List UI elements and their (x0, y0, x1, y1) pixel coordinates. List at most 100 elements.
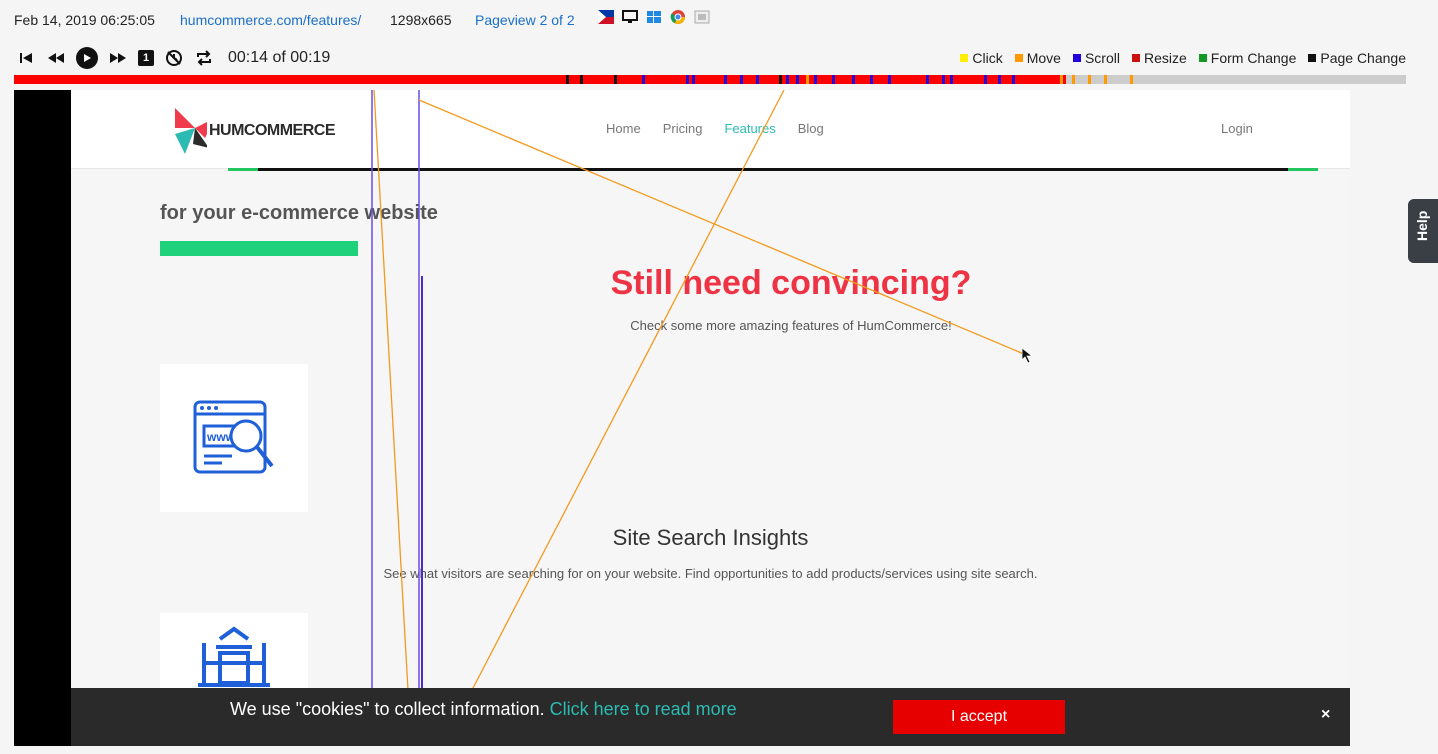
login-link[interactable]: Login (1221, 121, 1253, 136)
event-legend: Click Move Scroll Resize Form Change Page Cha… (960, 50, 1406, 66)
loop-icon[interactable] (194, 48, 214, 68)
legend-swatch (1014, 54, 1023, 62)
timeline-event-marker (1130, 75, 1133, 84)
speed-1x-button[interactable]: 1 (138, 50, 154, 66)
legend-label: Click (972, 50, 1003, 66)
robot-icon (198, 626, 270, 687)
play-icon[interactable] (76, 47, 98, 69)
close-banner-icon[interactable]: × (1321, 706, 1330, 724)
timeline-event-marker (1060, 75, 1063, 84)
feature-card-search: www (160, 364, 308, 512)
playback-timeline[interactable] (14, 75, 1406, 84)
plugin-icon (694, 10, 710, 24)
windows-icon (646, 10, 662, 24)
legend-item-form-change: Form Change (1198, 50, 1297, 66)
legend-label: Scroll (1084, 50, 1120, 66)
timeline-event-marker (614, 75, 617, 84)
scroll-progress-line (228, 168, 1318, 171)
country-flag-icon (598, 10, 614, 24)
session-info-bar: Feb 14, 2019 06:25:05 humcommerce.com/fe… (0, 0, 1438, 40)
timeline-event-marker (1072, 75, 1075, 84)
help-label: Help (1414, 210, 1430, 241)
timeline-event-marker (580, 75, 583, 84)
timeline-event-marker (852, 75, 855, 84)
nav-features[interactable]: Features (724, 121, 775, 136)
legend-item-scroll: Scroll (1072, 50, 1120, 66)
timeline-event-marker (942, 75, 945, 84)
cta-button[interactable] (160, 241, 358, 256)
cookie-text: We use "cookies" to collect information. (230, 699, 545, 719)
chrome-icon (670, 10, 686, 24)
accept-cookies-button[interactable]: I accept (893, 700, 1065, 734)
player-controls: 1 00:14 of 00:19 (16, 46, 330, 70)
nav-blog[interactable]: Blog (798, 121, 824, 136)
skip-inactivity-icon[interactable] (164, 48, 184, 68)
visitor-info-icons (598, 10, 710, 24)
pinwheel-logo-icon (175, 108, 207, 154)
legend-item-page-change: Page Change (1308, 50, 1406, 66)
feature-title: Site Search Insights (612, 525, 809, 550)
timeline-event-marker (642, 75, 645, 84)
site-logo[interactable]: HUMCOMMERCE (165, 104, 336, 158)
legend-swatch (1072, 54, 1081, 62)
legend-swatch (1308, 54, 1317, 62)
legend-swatch (1198, 54, 1207, 62)
feature-description: See what visitors are searching for on y… (383, 566, 1038, 581)
timeline-event-marker (756, 75, 759, 84)
section-subhead: Check some more amazing features of HumC… (630, 318, 952, 333)
desktop-icon (622, 10, 638, 24)
legend-label: Form Change (1210, 50, 1297, 66)
rewind-icon[interactable] (46, 48, 66, 68)
mouse-cursor-icon (1022, 348, 1034, 364)
hero-tagline: for your e-commerce website (160, 202, 438, 224)
site-header: HUMCOMMERCE Home Pricing Features Blog L… (71, 90, 1350, 169)
legend-label: Page Change (1320, 50, 1406, 66)
timeline-event-marker (796, 75, 799, 84)
legend-item-resize: Resize (1131, 50, 1187, 66)
www-search-icon: www (193, 400, 274, 474)
timeline-event-marker (832, 75, 835, 84)
legend-label: Resize (1143, 50, 1187, 66)
timeline-event-marker (870, 75, 873, 84)
session-url-link[interactable]: humcommerce.com/features/ (180, 12, 361, 28)
timeline-event-marker (1088, 75, 1091, 84)
session-datetime: Feb 14, 2019 06:25:05 (14, 12, 155, 28)
timeline-event-marker (692, 75, 695, 84)
timeline-event-marker (740, 75, 743, 84)
cookie-read-more-link[interactable]: Click here to read more (550, 699, 737, 719)
timeline-event-marker (786, 75, 789, 84)
legend-item-click: Click (960, 50, 1003, 66)
help-tab[interactable]: Help (1408, 199, 1438, 263)
timeline-event-marker (998, 75, 1001, 84)
site-nav: Home Pricing Features Blog (606, 121, 824, 136)
timeline-event-marker (779, 75, 782, 84)
timeline-event-marker (984, 75, 987, 84)
nav-home[interactable]: Home (606, 121, 641, 136)
timeline-event-marker (814, 75, 817, 84)
skip-start-icon[interactable] (16, 48, 36, 68)
cookie-message: We use "cookies" to collect information.… (230, 699, 737, 720)
timeline-event-marker (926, 75, 929, 84)
legend-swatch (960, 54, 969, 62)
logo-text: HUMCOMMERCE (208, 122, 336, 139)
legend-item-move: Move (1014, 50, 1061, 66)
screen-resolution: 1298x665 (390, 12, 452, 28)
recording-viewport: HUMCOMMERCE Home Pricing Features Blog L… (14, 90, 1350, 746)
fast-forward-icon[interactable] (108, 48, 128, 68)
timeline-event-marker (806, 75, 809, 84)
timeline-event-marker (686, 75, 689, 84)
timeline-event-marker (724, 75, 727, 84)
legend-swatch (1131, 54, 1140, 62)
timeline-event-marker (950, 75, 953, 84)
playback-time: 00:14 of 00:19 (228, 49, 331, 66)
timeline-event-marker (1012, 75, 1015, 84)
pageview-link[interactable]: Pageview 2 of 2 (475, 12, 575, 28)
cookie-banner: We use "cookies" to collect information.… (71, 688, 1350, 746)
timeline-event-marker (566, 75, 569, 84)
nav-pricing[interactable]: Pricing (663, 121, 703, 136)
timeline-event-marker (888, 75, 891, 84)
legend-label: Move (1026, 50, 1061, 66)
timeline-event-marker (1104, 75, 1107, 84)
timeline-progress (14, 75, 1067, 84)
section-headline: Still need convincing? (610, 264, 972, 302)
